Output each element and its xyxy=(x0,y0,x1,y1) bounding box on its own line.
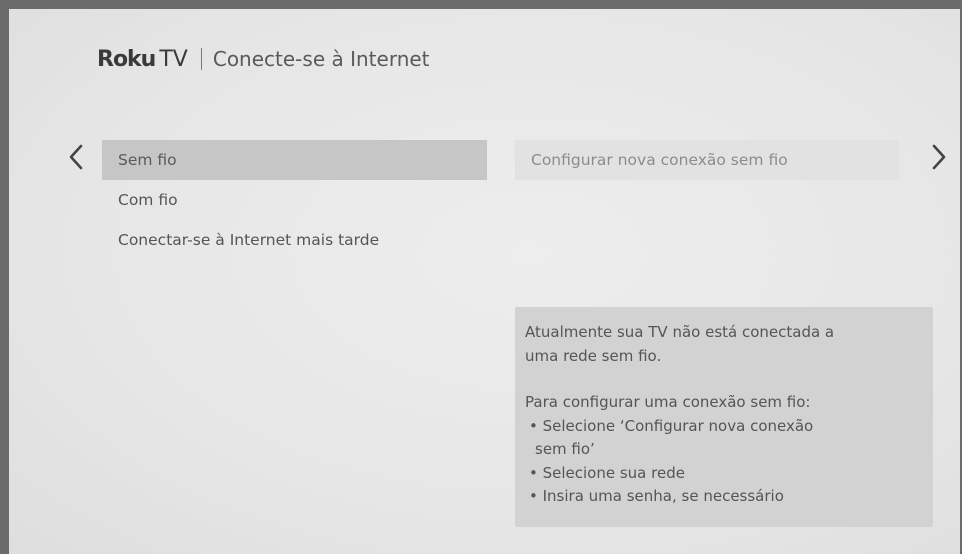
instruction-bullet-2: • Selecione sua rede xyxy=(529,463,685,482)
chevron-left-icon[interactable] xyxy=(65,140,87,174)
logo-brand: Roku xyxy=(97,46,156,72)
connection-type-menu: Sem fio Com fio Conectar-se à Internet m… xyxy=(102,140,487,260)
chevron-right-icon[interactable] xyxy=(928,140,950,174)
roku-tv-logo: Roku TV xyxy=(97,47,188,72)
menu-item-wired[interactable]: Com fio xyxy=(102,180,487,220)
instruction-bullet-1-cont: sem fio’ xyxy=(535,440,595,458)
menu-item-wireless[interactable]: Sem fio xyxy=(102,140,487,180)
menu-item-connect-later[interactable]: Conectar-se à Internet mais tarde xyxy=(102,220,487,260)
instruction-bullet-1: • Selecione ‘Configurar nova conexão xyxy=(529,416,814,435)
status-text-line2: uma rede sem fio. xyxy=(525,346,662,365)
page-header: Roku TV Conecte-se à Internet xyxy=(97,43,430,75)
status-text-line1: Atualmente sua TV não está conectada a xyxy=(525,323,835,341)
page-title: Conecte-se à Internet xyxy=(212,47,430,71)
chevron-right-icon-glyph xyxy=(932,144,946,170)
instruction-bullet-3: • Insira uma senha, se necessário xyxy=(529,487,784,505)
screen-frame: Roku TV Conecte-se à Internet Sem fio Co… xyxy=(0,0,962,554)
logo-suffix: TV xyxy=(159,46,188,72)
submenu-new-wireless-connection[interactable]: Configurar nova conexão sem fio xyxy=(515,140,899,180)
instructions-heading: Para configurar uma conexão sem fio: xyxy=(525,393,811,411)
header-divider xyxy=(200,48,202,70)
chevron-left-icon-glyph xyxy=(69,144,83,170)
info-panel: Atualmente sua TV não está conectada a u… xyxy=(515,307,933,527)
